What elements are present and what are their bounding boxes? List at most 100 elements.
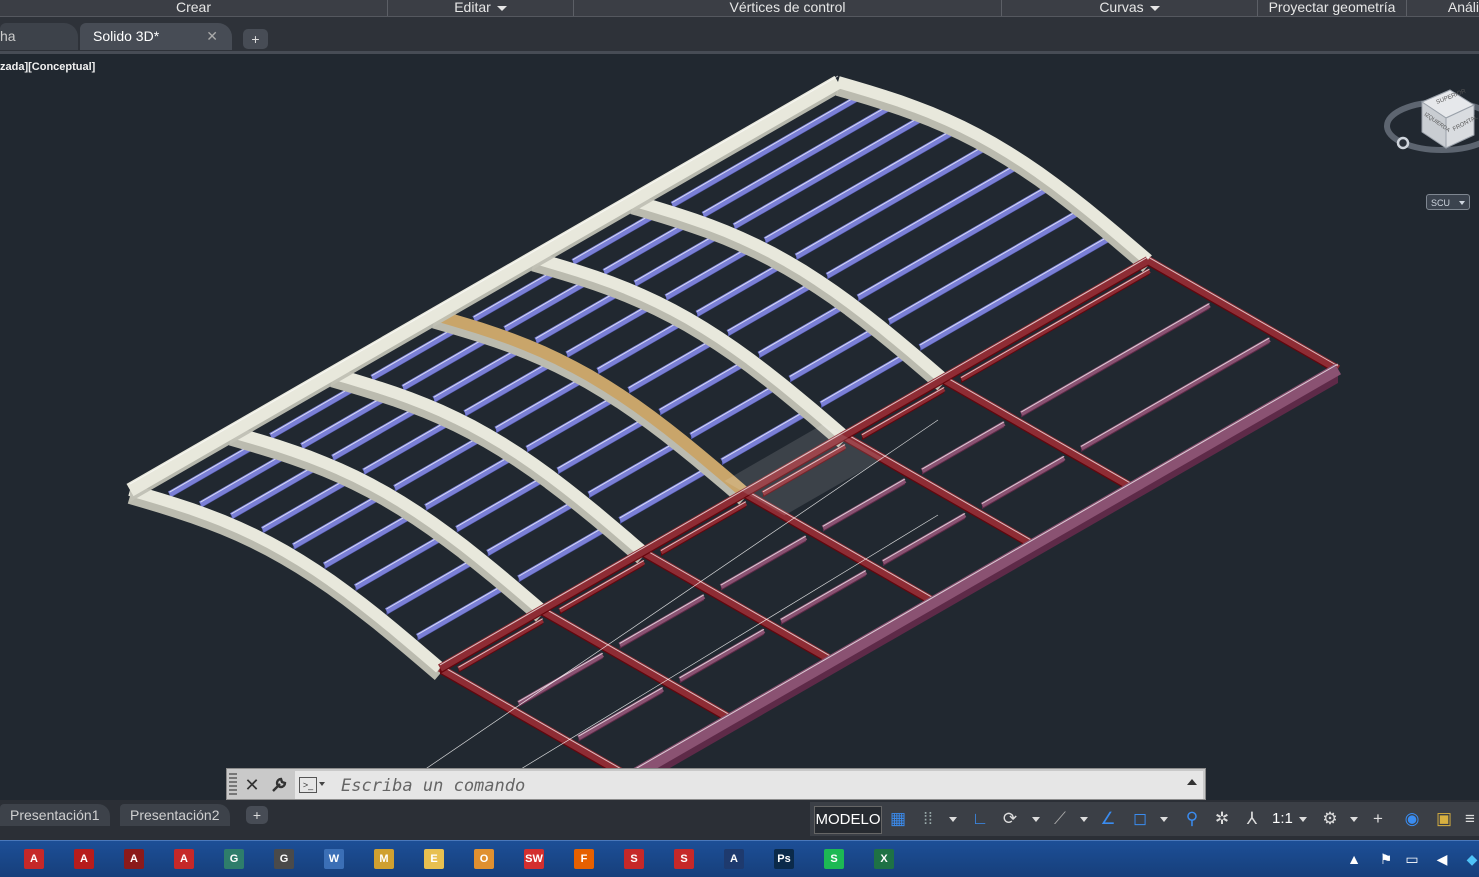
command-prompt-icon[interactable]: >_ bbox=[299, 777, 317, 793]
lower-beam[interactable] bbox=[659, 500, 748, 555]
lower-beam-edge[interactable] bbox=[720, 535, 807, 586]
volume-icon[interactable]: ◀ bbox=[1432, 847, 1452, 871]
purlin-beam[interactable] bbox=[198, 453, 287, 507]
ortho-icon[interactable]: ∟ bbox=[968, 806, 992, 832]
file-tab-solido-3d[interactable]: Solido 3D* ✕ bbox=[80, 23, 232, 50]
roof-frame-model[interactable] bbox=[0, 54, 1479, 800]
viewcube[interactable]: SUPERIOR FRONTAL IZQUIERDA bbox=[1384, 68, 1479, 158]
lower-beam[interactable] bbox=[881, 512, 967, 565]
grip-handle-icon[interactable] bbox=[229, 773, 237, 797]
purlin-beam[interactable] bbox=[486, 501, 574, 556]
taskbar-autodesk-a-button[interactable]: A bbox=[712, 844, 756, 874]
ridge-beam-edge[interactable] bbox=[129, 75, 839, 485]
taskbar-acrobat-button[interactable]: A bbox=[62, 844, 106, 874]
selection-highlight[interactable] bbox=[724, 423, 884, 516]
annotation-scale-value[interactable]: 1:1 bbox=[1272, 806, 1293, 832]
chevron-down-icon[interactable] bbox=[1032, 817, 1040, 822]
chevron-down-icon[interactable] bbox=[1080, 817, 1088, 822]
purlin-beam-edge[interactable] bbox=[702, 103, 892, 213]
purlin-beam-edge[interactable] bbox=[690, 385, 774, 434]
taskbar-sketchup-2-button[interactable]: S bbox=[662, 844, 706, 874]
purlin-beam[interactable] bbox=[384, 559, 473, 614]
purlin-beam-edge[interactable] bbox=[758, 304, 842, 353]
model-space-button[interactable]: MODELO bbox=[814, 806, 882, 834]
lower-rib-edge[interactable] bbox=[540, 606, 732, 717]
purlin-beam[interactable] bbox=[701, 103, 894, 218]
taskbar-sketchup-1-button[interactable]: S bbox=[612, 844, 656, 874]
taskbar-solidworks-button[interactable]: SW bbox=[512, 844, 556, 874]
lower-beam[interactable] bbox=[860, 386, 946, 439]
lower-beam-edge[interactable] bbox=[882, 512, 966, 562]
purlin-beam-edge[interactable] bbox=[619, 468, 706, 519]
gear-icon[interactable]: ⚙ bbox=[1318, 806, 1342, 832]
taskbar-media-app-button[interactable]: M bbox=[362, 844, 406, 874]
purlin-beam[interactable] bbox=[618, 468, 707, 523]
taskbar-spotify-button[interactable]: S bbox=[812, 844, 856, 874]
hardware-acceleration-icon[interactable]: ▣ bbox=[1432, 806, 1456, 832]
taskbar-excel-button[interactable]: X bbox=[862, 844, 906, 874]
grid-icon[interactable]: ▦ bbox=[886, 806, 910, 832]
new-tab-button[interactable]: + bbox=[243, 29, 268, 49]
taskbar-photoshop-button[interactable]: Ps bbox=[762, 844, 806, 874]
lower-beam-edge[interactable] bbox=[960, 268, 1150, 379]
ribbon-panel-vertices[interactable]: Vértices de control bbox=[574, 0, 1002, 16]
lower-beam-edge[interactable] bbox=[518, 652, 603, 703]
purlin-beam-edge[interactable] bbox=[518, 527, 604, 577]
layout-tab-presentacion2[interactable]: Presentación2 bbox=[120, 804, 230, 826]
object-snap-icon[interactable]: ◻ bbox=[1128, 806, 1152, 832]
taskbar-autocad-button[interactable]: A bbox=[162, 844, 206, 874]
purlin-beam[interactable] bbox=[689, 385, 775, 439]
lower-beam[interactable] bbox=[457, 618, 544, 671]
auto-scale-icon[interactable]: ✲ bbox=[1210, 806, 1234, 832]
ucs-menu-button[interactable]: SCU bbox=[1426, 194, 1470, 210]
lower-beam[interactable] bbox=[779, 569, 868, 624]
lower-beam-edge[interactable] bbox=[861, 386, 945, 436]
lower-rib-edge[interactable] bbox=[642, 547, 833, 658]
customize-icon[interactable]: ≡ bbox=[1458, 806, 1479, 832]
purlin-beam-edge[interactable] bbox=[820, 354, 904, 403]
lower-beam-edge[interactable] bbox=[578, 687, 663, 737]
lower-beam[interactable] bbox=[558, 559, 646, 613]
purlin-beam[interactable] bbox=[353, 535, 442, 590]
annotation-scale-icon[interactable]: ⅄ bbox=[1240, 806, 1264, 832]
add-layout-button[interactable]: + bbox=[246, 806, 268, 824]
dropbox-icon[interactable]: ◆ bbox=[1462, 847, 1479, 871]
chevron-down-icon[interactable] bbox=[949, 817, 957, 822]
ribbon-panel-curvas[interactable]: Curvas bbox=[1002, 0, 1258, 16]
close-icon[interactable]: ✕ bbox=[206, 23, 218, 50]
lower-beam[interactable] bbox=[959, 268, 1151, 382]
guide-line[interactable] bbox=[469, 514, 939, 800]
layout-tab-presentacion1[interactable]: Presentación1 bbox=[0, 804, 110, 826]
purlin-beam[interactable] bbox=[918, 235, 1111, 350]
customize-wrench-icon[interactable] bbox=[267, 772, 291, 798]
lower-rib-edge[interactable] bbox=[843, 431, 1034, 542]
ribbon-panel-analisis[interactable]: Análi bbox=[1407, 0, 1479, 16]
purlin-beam-edge[interactable] bbox=[487, 501, 573, 552]
network-icon[interactable]: ▭ bbox=[1402, 847, 1422, 871]
purlin-beam[interactable] bbox=[517, 527, 605, 581]
command-history-up-icon[interactable] bbox=[1187, 779, 1197, 785]
purlin-beam[interactable] bbox=[757, 304, 843, 358]
lower-beam[interactable] bbox=[719, 535, 808, 589]
purlin-beam[interactable] bbox=[658, 361, 744, 415]
taskbar-outlook-button[interactable]: O bbox=[462, 844, 506, 874]
purlin-beam[interactable] bbox=[556, 418, 645, 473]
chevron-down-icon[interactable] bbox=[1299, 817, 1307, 822]
annotation-visibility-icon[interactable]: ⚲ bbox=[1180, 806, 1204, 832]
lower-beam-edge[interactable] bbox=[559, 559, 645, 610]
lower-rib-edge[interactable] bbox=[1147, 256, 1339, 367]
lower-beam[interactable] bbox=[517, 652, 604, 706]
lower-beam-edge[interactable] bbox=[679, 628, 765, 679]
object-snap-tracking-icon[interactable]: ∠ bbox=[1096, 806, 1120, 832]
command-input[interactable] bbox=[339, 773, 1163, 799]
tray-expand-icon[interactable]: ▲ bbox=[1344, 847, 1364, 871]
drawing-viewport[interactable]: zada][Conceptual] bbox=[0, 54, 1479, 800]
purlin-beam[interactable] bbox=[401, 335, 490, 391]
ribbon-panel-crear[interactable]: Crear bbox=[0, 0, 388, 16]
lower-beam-edge[interactable] bbox=[780, 570, 867, 620]
lower-beam[interactable] bbox=[821, 478, 907, 530]
file-tab-previous[interactable]: ha bbox=[0, 23, 78, 50]
ribbon-panel-editar[interactable]: Editar bbox=[388, 0, 574, 16]
flag-icon[interactable]: ⚑ bbox=[1376, 847, 1396, 871]
purlin-beam[interactable] bbox=[455, 477, 543, 532]
